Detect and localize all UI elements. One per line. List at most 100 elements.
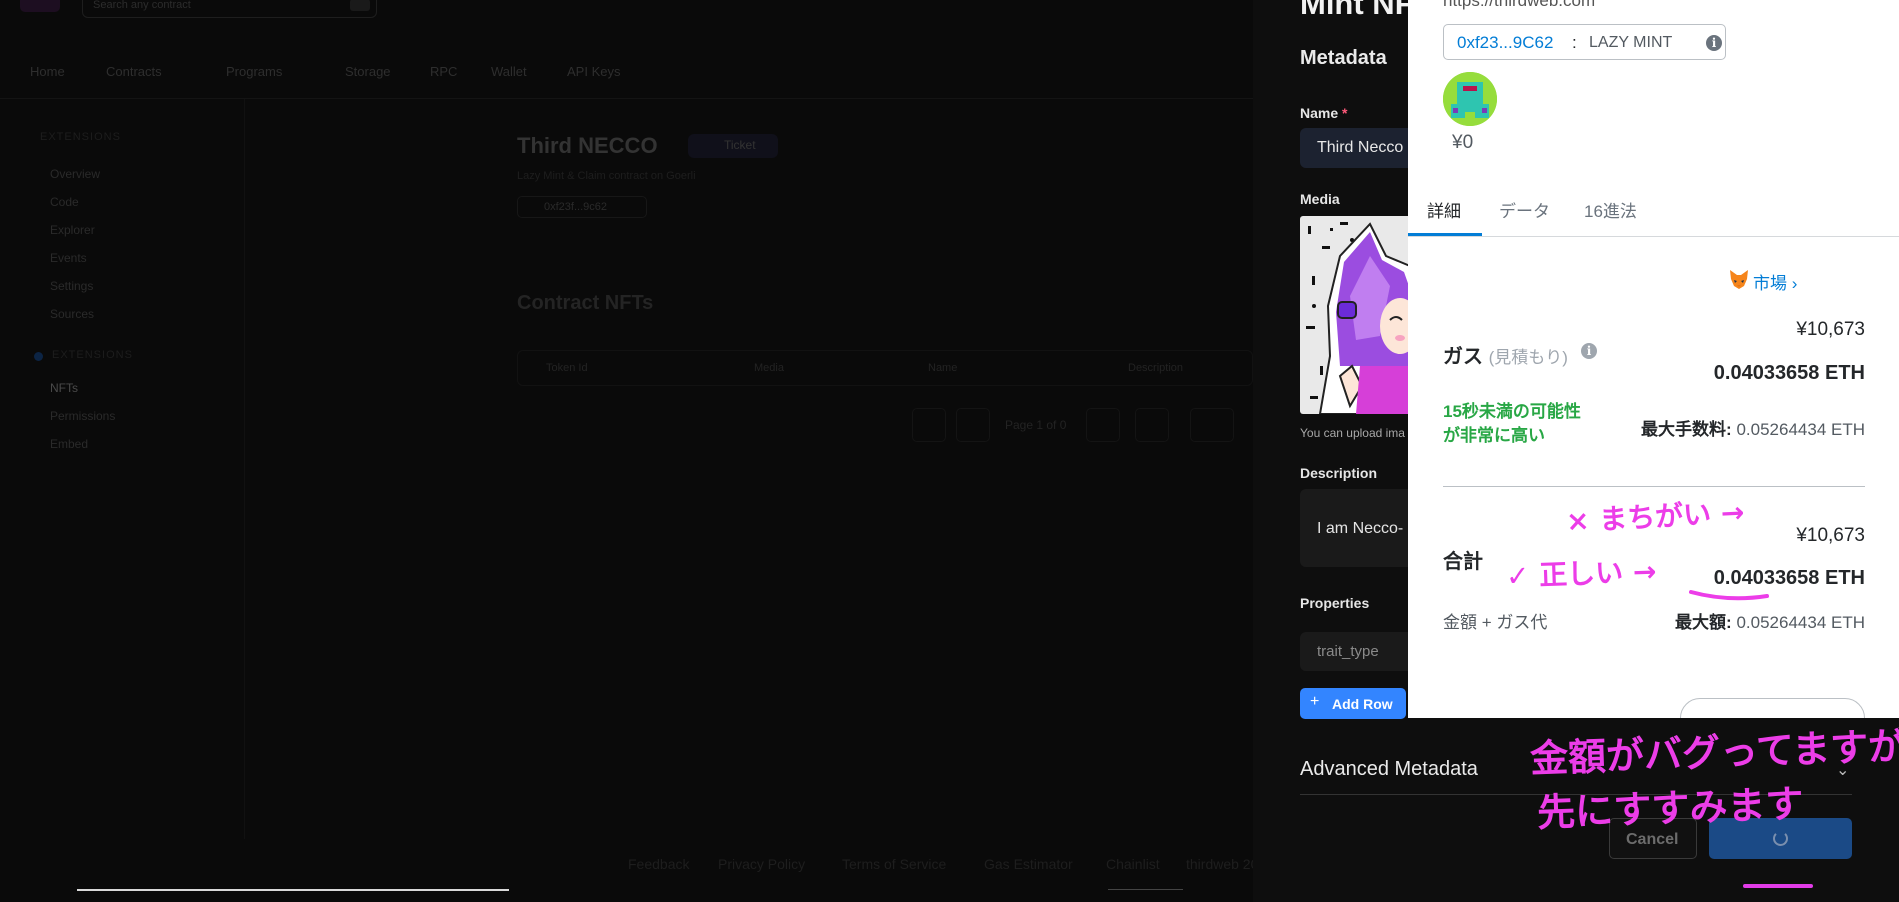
chip-separator: : <box>1572 33 1577 52</box>
sidebar-item-overview[interactable]: Overview <box>50 167 100 181</box>
nav-storage[interactable]: Storage <box>345 64 391 79</box>
name-label: Name * <box>1300 105 1347 121</box>
horizontal-scrollbar[interactable] <box>77 889 509 891</box>
section-divider <box>1443 486 1865 487</box>
last-page-button[interactable] <box>1135 408 1169 442</box>
necco-character-image <box>1300 216 1420 414</box>
active-tab-indicator <box>1408 233 1482 236</box>
total-eth: 0.04033658 ETH <box>1713 567 1865 589</box>
sidebar-item-sources[interactable]: Sources <box>50 307 94 321</box>
sidebar-item-explorer[interactable]: Explorer <box>50 223 95 237</box>
contract-address-button[interactable]: 0xf23f...9c62 <box>517 196 647 218</box>
tab-hex[interactable]: 16進法 <box>1584 197 1637 222</box>
table-header: Media <box>754 362 784 374</box>
gas-info-icon[interactable]: i <box>1581 343 1597 359</box>
market-link-label: 市場 <box>1753 274 1787 293</box>
next-page-button[interactable] <box>1086 408 1120 442</box>
contract-subtitle: Lazy Mint & Claim contract on Goerli <box>517 170 696 182</box>
sidebar-header: EXTENSIONS <box>40 131 121 143</box>
cancel-label: Cancel <box>1626 831 1679 848</box>
loading-spinner-icon <box>1773 831 1788 846</box>
nav-home[interactable]: Home <box>30 64 65 79</box>
table-header: Name <box>928 362 958 374</box>
sidebar-item-settings[interactable]: Settings <box>50 279 93 293</box>
extension-dot-icon <box>34 352 43 361</box>
metamask-fox-icon <box>1730 270 1748 289</box>
gas-eth: 0.04033658 ETH <box>1713 362 1865 384</box>
total-fiat: ¥10,673 <box>1796 525 1865 546</box>
nav-programs[interactable]: Programs <box>226 64 282 79</box>
media-preview-image[interactable] <box>1300 216 1420 414</box>
tab-data[interactable]: データ <box>1499 197 1550 222</box>
first-page-button[interactable] <box>912 408 946 442</box>
table-header: Token Id <box>546 362 588 374</box>
contract-badge-label: Ticket <box>724 138 756 152</box>
footer-link[interactable]: Privacy Policy <box>718 856 805 872</box>
tab-details[interactable]: 詳細 <box>1427 197 1461 222</box>
pink-scroll-mark <box>1743 884 1813 888</box>
sidebar-item-nfts[interactable]: NFTs <box>50 381 78 395</box>
advanced-metadata-toggle[interactable]: Advanced Metadata <box>1300 758 1478 781</box>
contract-address-label: 0xf23f...9c62 <box>544 201 607 213</box>
max-fee-value: 0.05264434 ETH <box>1736 420 1865 439</box>
footer-link[interactable]: Chainlist <box>1106 856 1160 872</box>
contract-address-link[interactable]: 0xf23...9C62 <box>1457 33 1553 53</box>
info-icon[interactable]: i <box>1706 35 1722 51</box>
gas-label-text: ガス <box>1443 346 1483 368</box>
max-amount-label: 最大額: <box>1675 613 1732 632</box>
nav-wallet[interactable]: Wallet <box>491 64 527 79</box>
metamask-popup: https://thirdweb.com 0xf23...9C62 : LAZY… <box>1408 0 1899 718</box>
total-label: 合計 <box>1443 551 1483 573</box>
market-link[interactable]: 市場 › <box>1753 269 1797 294</box>
max-amount-value: 0.05264434 ETH <box>1736 613 1865 632</box>
shortcut-key-icon <box>350 0 370 11</box>
annotation-note-line2: 先にすすみます <box>1536 781 1805 835</box>
name-input-value: Third Necco <box>1317 139 1404 156</box>
gas-fiat: ¥10,673 <box>1796 319 1865 340</box>
tab-bar <box>1408 181 1899 237</box>
confirm-button-partial[interactable] <box>1680 698 1865 718</box>
plus-icon: + <box>1310 693 1320 710</box>
max-amount: 最大額: 0.05264434 ETH <box>1675 608 1865 633</box>
page-size-select[interactable] <box>1190 408 1234 442</box>
contract-method-chip[interactable]: 0xf23...9C62 : LAZY MINT i <box>1443 24 1726 60</box>
pager-text: Page 1 of 0 <box>1005 418 1067 432</box>
nav-api-keys[interactable]: API Keys <box>567 64 620 79</box>
footer-link[interactable]: Feedback <box>628 856 689 872</box>
gas-estimate-note: (見積もり) <box>1488 348 1568 367</box>
thirdweb-logo <box>20 0 60 12</box>
nav-contracts[interactable]: Contracts <box>106 64 162 79</box>
footer-link[interactable]: Gas Estimator <box>984 856 1073 872</box>
footer-link[interactable]: Terms of Service <box>842 856 946 872</box>
contract-title: Third NECCO <box>517 133 658 158</box>
search-input[interactable]: Search any contract <box>82 0 377 18</box>
table-header: Description <box>1128 362 1184 374</box>
nft-table-header: Token Id Media Name Description <box>517 350 1253 386</box>
description-value: I am Necco- <box>1317 520 1404 537</box>
sidebar: EXTENSIONS Overview Code Explorer Events… <box>0 99 245 839</box>
add-row-button[interactable]: + Add Row <box>1300 688 1406 719</box>
total-subtitle: 金額 + ガス代 <box>1443 613 1548 632</box>
description-label: Description <box>1300 465 1378 481</box>
footer-underline <box>1108 889 1183 890</box>
gas-speed-estimate: 15秒未満の可能性が非常に高い <box>1443 402 1581 445</box>
site-url: https://thirdweb.com <box>1443 0 1596 10</box>
details-panel <box>1408 237 1899 718</box>
trait-type-placeholder: trait_type <box>1317 643 1379 660</box>
top-bar: Search any contract <box>0 0 1253 30</box>
prev-page-button[interactable] <box>956 408 990 442</box>
sidebar-item-permissions[interactable]: Permissions <box>50 409 115 423</box>
max-fee: 最大手数料: 0.05264434 ETH <box>1641 415 1865 440</box>
sidebar-item-events[interactable]: Events <box>50 251 87 265</box>
add-row-label: Add Row <box>1332 696 1393 712</box>
properties-label: Properties <box>1300 595 1370 611</box>
nav-rpc[interactable]: RPC <box>430 64 457 79</box>
sidebar-item-embed[interactable]: Embed <box>50 437 88 451</box>
sidebar-item-code[interactable]: Code <box>50 195 79 209</box>
chevron-right-icon: › <box>1791 274 1798 293</box>
gas-label: ガス (見積もり) <box>1443 340 1568 369</box>
media-label: Media <box>1300 191 1340 207</box>
identicon-icon <box>1443 72 1497 126</box>
search-placeholder: Search any contract <box>93 0 191 11</box>
dashboard-background: Search any contract Home Contracts Progr… <box>0 0 1274 902</box>
